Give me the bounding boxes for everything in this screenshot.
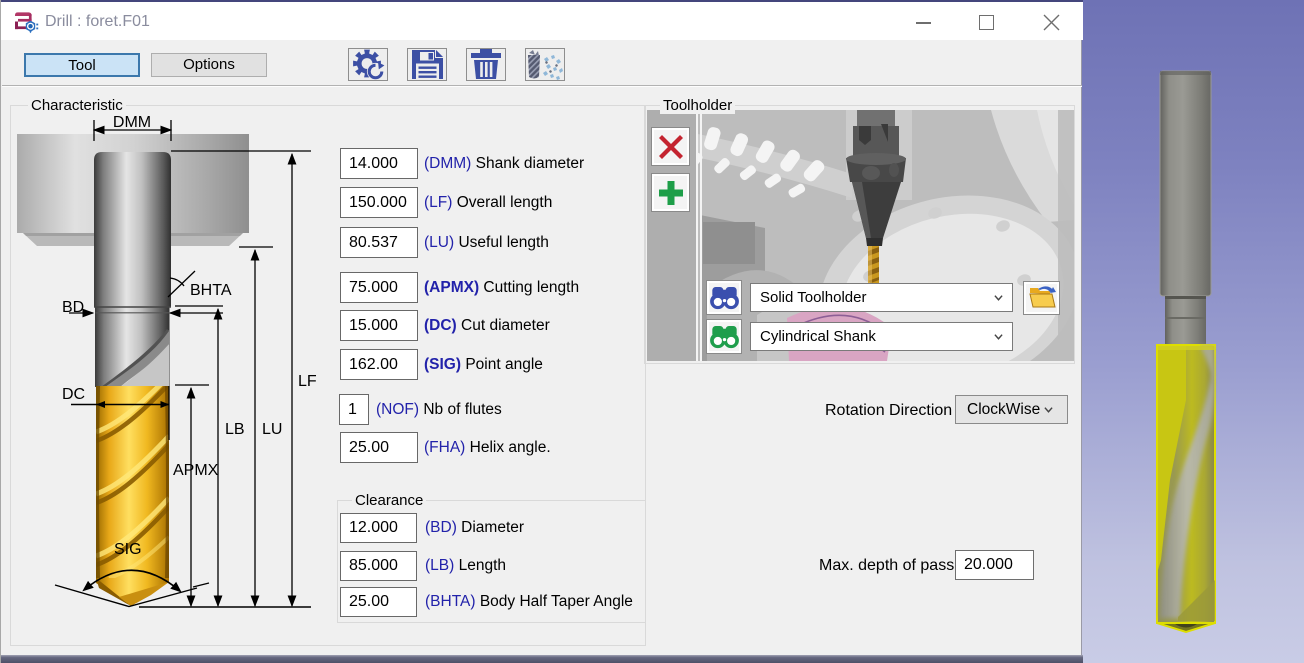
svg-text:LU: LU	[262, 421, 282, 438]
svg-text:APMX: APMX	[173, 462, 219, 479]
svg-text:DMM: DMM	[113, 114, 151, 131]
svg-text:LB: LB	[225, 421, 245, 438]
svg-text:SIG: SIG	[114, 541, 142, 558]
svg-text:LF: LF	[298, 373, 317, 390]
svg-text:DC: DC	[62, 386, 85, 403]
svg-text:BHTA: BHTA	[190, 282, 232, 299]
